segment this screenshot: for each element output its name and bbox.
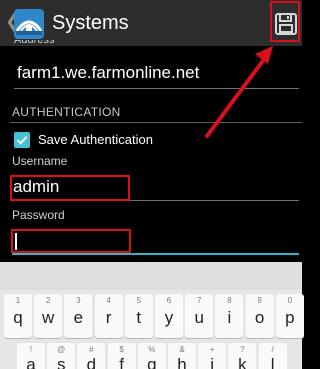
key-hint: 6 (166, 296, 172, 305)
password-highlight (11, 229, 131, 253)
key-char: f (119, 355, 124, 369)
section-header: AUTHENTICATION (12, 105, 121, 119)
key-char: i (227, 308, 232, 327)
key-char: d (86, 355, 97, 369)
key-hint: 1 (15, 296, 21, 305)
key-char: r (105, 308, 112, 327)
soft-keyboard: 1q2w3e4r5t6y7u8i9o0p ! a @ s # d $ f% g & h + j? k / l (0, 262, 304, 369)
checkmark-icon (16, 136, 28, 145)
save-authentication-label[interactable]: Save Authentication (38, 132, 153, 148)
key-char: u (194, 308, 204, 327)
section-divider (10, 122, 302, 123)
key-char: p (285, 308, 295, 327)
keyboard-key[interactable]: ! a (17, 343, 45, 369)
farm-logo-icon[interactable] (14, 9, 44, 39)
password-field[interactable] (12, 253, 299, 255)
keyboard-key[interactable]: ? k (228, 343, 257, 369)
keyboard-key[interactable]: 5t (124, 294, 153, 338)
key-hint: @ (57, 345, 66, 354)
key-char: e (73, 308, 84, 327)
key-char: g (147, 355, 157, 369)
key-char: h (177, 355, 187, 369)
key-char: s (56, 355, 66, 369)
keyboard-key[interactable]: 7u (185, 294, 214, 338)
key-hint: + (209, 345, 215, 354)
key-hint: / (271, 345, 274, 354)
username-label: Username (12, 154, 68, 168)
key-hint: # (89, 345, 94, 354)
key-hint: 0 (287, 296, 293, 305)
key-hint: 8 (227, 296, 232, 305)
keyboard-key[interactable]: + j (198, 343, 227, 369)
keyboard-key[interactable]: / l (258, 343, 287, 369)
keyboard-key[interactable]: 1q (4, 294, 32, 338)
keyboard-key[interactable]: & h (168, 343, 196, 369)
address-underline (14, 88, 299, 89)
key-hint: 7 (196, 296, 202, 305)
key-hint: 5 (136, 296, 142, 305)
key-char: t (136, 308, 142, 327)
keyboard-key[interactable]: 4r (94, 294, 123, 338)
keyboard-key[interactable]: @ s (47, 343, 76, 369)
key-hint: & (179, 345, 185, 354)
keyboard-key[interactable]: 3e (64, 294, 93, 338)
keyboard-key[interactable]: 6y (155, 294, 183, 338)
key-hint: 4 (106, 296, 111, 305)
key-char: k (238, 355, 247, 369)
key-char: q (13, 308, 23, 327)
key-char: w (42, 308, 55, 327)
keyboard-key[interactable]: $ f (107, 343, 136, 369)
keyboard-key[interactable]: 0p (275, 294, 304, 338)
key-hint: 9 (257, 296, 262, 305)
keyboard-key[interactable]: % g (137, 343, 166, 369)
key-char: j (210, 355, 215, 369)
keyboard-key[interactable]: 2w (34, 294, 63, 338)
password-label: Password (12, 208, 65, 222)
keyboard-key[interactable]: 8i (215, 294, 244, 338)
keyboard-key[interactable]: 9o (245, 294, 274, 338)
key-char: a (26, 355, 36, 369)
key-char: o (254, 308, 265, 327)
key-char: y (164, 308, 174, 327)
page-title: Systems (52, 12, 129, 34)
username-highlight (10, 175, 130, 201)
key-hint: ! (29, 345, 33, 354)
key-char: l (270, 355, 275, 369)
keyboard-key[interactable]: # d (77, 343, 106, 369)
save-button-highlight (270, 1, 300, 42)
key-hint: 3 (76, 296, 81, 305)
key-hint: $ (119, 345, 124, 354)
key-hint: 2 (45, 296, 51, 305)
address-field[interactable]: farm1.we.farmonline.net (17, 62, 199, 84)
address-label: Address (14, 40, 55, 46)
key-hint: ? (240, 345, 245, 354)
key-hint: % (148, 345, 156, 354)
suggestion-strip (0, 262, 302, 290)
save-authentication-checkbox[interactable] (14, 132, 30, 148)
